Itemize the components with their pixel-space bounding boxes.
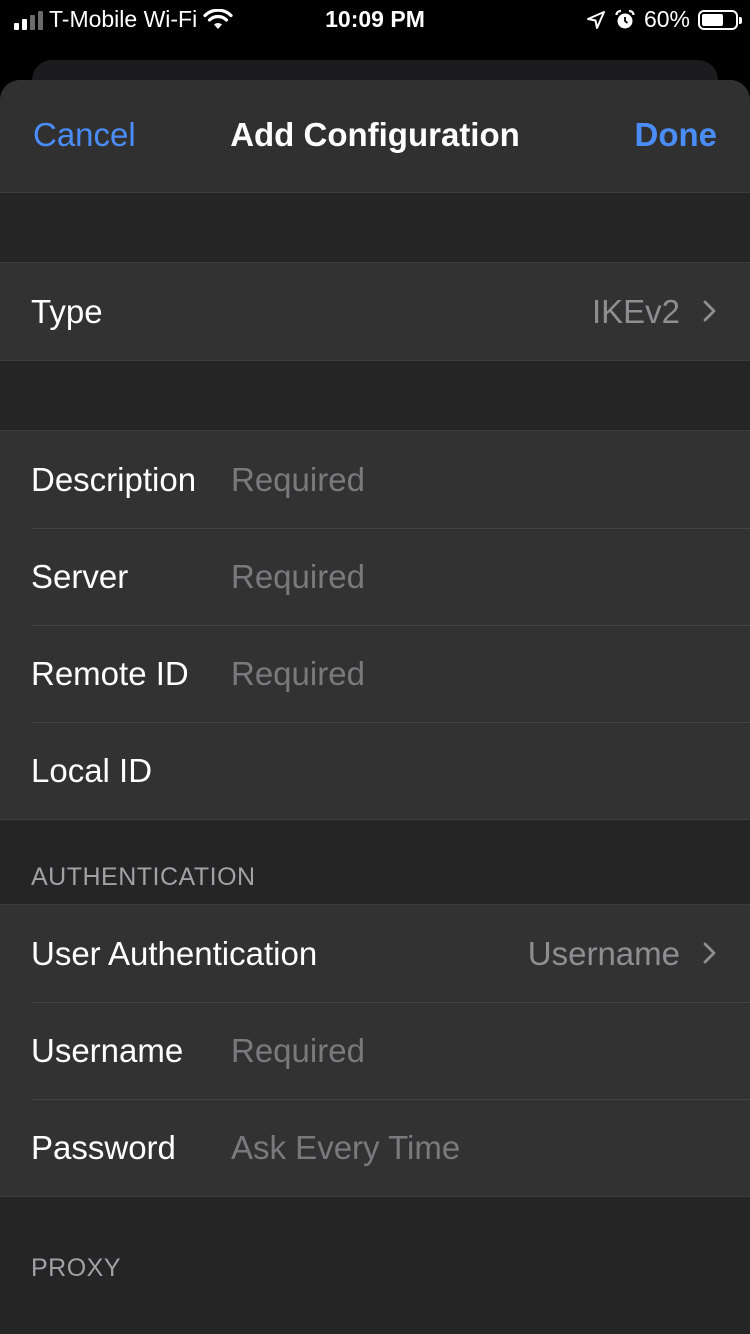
navigation-bar: Cancel Add Configuration Done bbox=[0, 80, 750, 193]
user-authentication-value: Username bbox=[527, 934, 680, 972]
username-label: Username bbox=[31, 1031, 184, 1069]
status-right: 60% bbox=[586, 6, 742, 33]
username-row[interactable]: Username Required bbox=[0, 1002, 750, 1099]
server-label: Server bbox=[31, 557, 129, 595]
description-label: Description bbox=[31, 460, 197, 498]
alarm-clock-icon bbox=[615, 9, 635, 28]
local-id-row[interactable]: Local ID bbox=[0, 722, 750, 819]
remote-id-label: Remote ID bbox=[31, 654, 189, 692]
server-settings-group: Description Required Server Required Rem… bbox=[0, 430, 750, 820]
server-field[interactable]: Required bbox=[231, 558, 365, 596]
type-value: IKEv2 bbox=[591, 292, 680, 330]
username-field[interactable]: Required bbox=[231, 1032, 365, 1070]
type-row[interactable]: Type IKEv2 bbox=[0, 263, 750, 360]
server-row[interactable]: Server Required bbox=[0, 528, 750, 625]
password-field[interactable]: Ask Every Time bbox=[231, 1129, 460, 1167]
type-group: Type IKEv2 bbox=[0, 262, 750, 361]
type-label: Type bbox=[31, 292, 103, 330]
battery-percent: 60% bbox=[643, 6, 690, 32]
description-field[interactable]: Required bbox=[231, 461, 365, 499]
password-row[interactable]: Password Ask Every Time bbox=[0, 1099, 750, 1196]
location-arrow-icon bbox=[586, 10, 605, 29]
done-button[interactable]: Done bbox=[635, 116, 718, 154]
description-row[interactable]: Description Required bbox=[0, 431, 750, 528]
user-authentication-row[interactable]: User Authentication Username bbox=[0, 905, 750, 1002]
battery-icon bbox=[698, 9, 742, 30]
remote-id-field[interactable]: Required bbox=[231, 655, 365, 693]
authentication-group: User Authentication Username Username Re… bbox=[0, 904, 750, 1197]
remote-id-row[interactable]: Remote ID Required bbox=[0, 625, 750, 722]
user-authentication-label: User Authentication bbox=[31, 934, 318, 972]
proxy-header-area: PROXY bbox=[0, 1197, 750, 1295]
chevron-right-icon bbox=[703, 942, 716, 964]
password-label: Password bbox=[31, 1128, 176, 1166]
chevron-right-icon bbox=[703, 300, 716, 322]
authentication-section-header: AUTHENTICATION bbox=[31, 863, 256, 891]
add-configuration-sheet: Cancel Add Configuration Done Type IKEv2… bbox=[0, 80, 750, 1334]
local-id-label: Local ID bbox=[31, 751, 153, 789]
authentication-header-area: AUTHENTICATION bbox=[0, 820, 750, 904]
status-bar: T-Mobile Wi-Fi 10:09 PM 60% bbox=[0, 0, 750, 40]
proxy-section-header: PROXY bbox=[31, 1254, 122, 1282]
